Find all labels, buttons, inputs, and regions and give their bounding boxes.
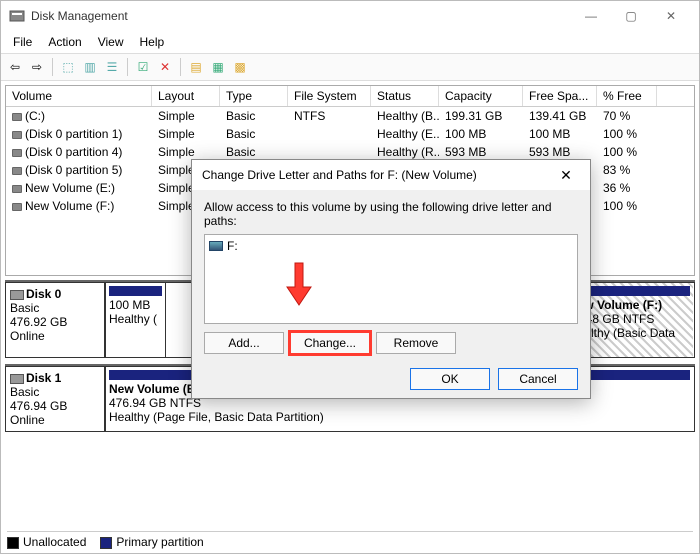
toolbar: ⇦ ⇨ ⬚ ▥ ☰ ☑ ✕ ▤ ▦ ▩ <box>1 53 699 81</box>
header-capacity[interactable]: Capacity <box>439 86 523 106</box>
disk-header[interactable]: Disk 1Basic476.94 GBOnline <box>5 366 105 432</box>
refresh-icon[interactable]: ☑ <box>133 57 153 77</box>
legend: Unallocated Primary partition <box>7 531 693 549</box>
header-type[interactable]: Type <box>220 86 288 106</box>
header-filesystem[interactable]: File System <box>288 86 371 106</box>
volume-icon <box>12 113 22 121</box>
forward-icon[interactable]: ⇨ <box>27 57 47 77</box>
dialog-description: Allow access to this volume by using the… <box>204 200 578 228</box>
properties-icon[interactable]: ▥ <box>80 57 100 77</box>
menu-help[interactable]: Help <box>132 33 173 51</box>
minimize-button[interactable]: — <box>571 1 611 31</box>
titlebar: Disk Management — ▢ ✕ <box>1 1 699 31</box>
menubar: File Action View Help <box>1 31 699 53</box>
volume-icon <box>12 185 22 193</box>
menu-file[interactable]: File <box>5 33 40 51</box>
dialog-title: Change Drive Letter and Paths for F: (Ne… <box>202 168 552 182</box>
list-item[interactable]: F: <box>209 239 573 253</box>
header-free[interactable]: Free Spa... <box>523 86 597 106</box>
menu-view[interactable]: View <box>90 33 132 51</box>
volume-icon <box>12 167 22 175</box>
ok-button[interactable]: OK <box>410 368 490 390</box>
tool-icon[interactable]: ▦ <box>208 57 228 77</box>
legend-unallocated: Unallocated <box>23 535 86 549</box>
change-drive-letter-dialog: Change Drive Letter and Paths for F: (Ne… <box>191 159 591 399</box>
back-icon[interactable]: ⇦ <box>5 57 25 77</box>
add-button[interactable]: Add... <box>204 332 284 354</box>
disk-icon <box>10 374 24 384</box>
tool-icon[interactable]: ▤ <box>186 57 206 77</box>
delete-icon[interactable]: ✕ <box>155 57 175 77</box>
drive-icon <box>209 241 223 251</box>
header-layout[interactable]: Layout <box>152 86 220 106</box>
up-icon[interactable]: ⬚ <box>58 57 78 77</box>
toolbar-divider <box>180 58 181 76</box>
list-item-label: F: <box>227 239 238 253</box>
legend-primary: Primary partition <box>116 535 203 549</box>
volume-icon <box>12 149 22 157</box>
header-status[interactable]: Status <box>371 86 439 106</box>
header-percent-free[interactable]: % Free <box>597 86 657 106</box>
header-volume[interactable]: Volume <box>6 86 152 106</box>
volume-icon <box>12 131 22 139</box>
disk-header[interactable]: Disk 0Basic476.92 GBOnline <box>5 282 105 358</box>
table-row[interactable]: (Disk 0 partition 1)SimpleBasicHealthy (… <box>6 125 694 143</box>
toolbar-divider <box>127 58 128 76</box>
tool-icon[interactable]: ▩ <box>230 57 250 77</box>
disk-icon <box>10 290 24 300</box>
toolbar-divider <box>52 58 53 76</box>
maximize-button[interactable]: ▢ <box>611 1 651 31</box>
table-header: Volume Layout Type File System Status Ca… <box>6 86 694 107</box>
list-icon[interactable]: ☰ <box>102 57 122 77</box>
table-row[interactable]: (C:)SimpleBasicNTFSHealthy (B...199.31 G… <box>6 107 694 125</box>
cancel-button[interactable]: Cancel <box>498 368 578 390</box>
partition[interactable]: 100 MBHealthy ( <box>105 283 165 357</box>
remove-button[interactable]: Remove <box>376 332 456 354</box>
app-icon <box>9 8 25 24</box>
dialog-close-button[interactable]: ✕ <box>552 167 580 184</box>
change-button[interactable]: Change... <box>290 332 370 354</box>
volume-icon <box>12 203 22 211</box>
paths-listbox[interactable]: F: <box>204 234 578 324</box>
menu-action[interactable]: Action <box>40 33 89 51</box>
window-title: Disk Management <box>31 9 571 23</box>
close-button[interactable]: ✕ <box>651 1 691 31</box>
